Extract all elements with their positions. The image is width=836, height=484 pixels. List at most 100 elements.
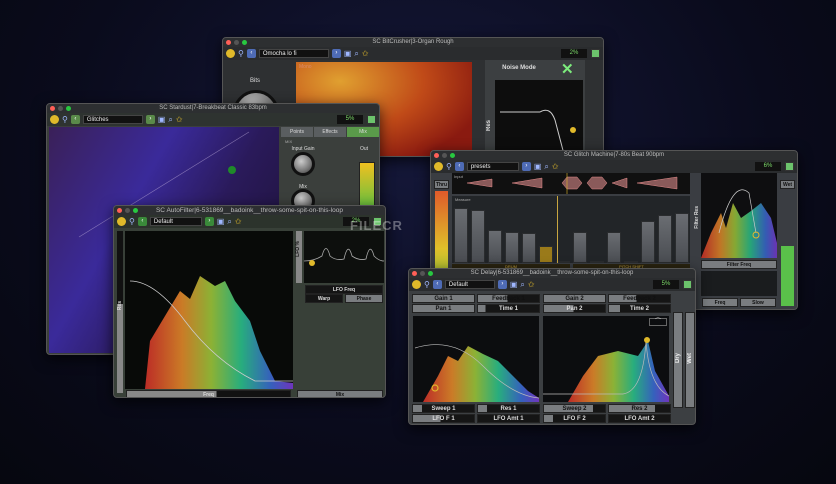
power-icon[interactable] bbox=[434, 162, 443, 171]
save-icon[interactable]: ▣ bbox=[344, 49, 352, 58]
sweep-1-slider[interactable]: Sweep 1 bbox=[412, 404, 475, 413]
save-icon[interactable]: ▣ bbox=[534, 162, 542, 171]
star-icon[interactable]: ✩ bbox=[528, 280, 535, 289]
sequencer-bar[interactable] bbox=[606, 232, 621, 263]
title-bar[interactable]: SC Delay|6-531869__badoink__throw-some-s… bbox=[409, 269, 695, 278]
tab-points[interactable]: Points bbox=[281, 127, 313, 137]
freq-slider[interactable]: Freq bbox=[126, 390, 291, 397]
tuner-icon[interactable]: ⚲ bbox=[238, 49, 244, 58]
search-icon[interactable]: ⌕ bbox=[227, 217, 231, 226]
search-icon[interactable]: ⌕ bbox=[354, 49, 358, 58]
lfo-amt-2-slider[interactable]: LFO Amt 2 bbox=[608, 414, 671, 423]
star-icon[interactable]: ✩ bbox=[552, 162, 559, 171]
lfo-f-2-slider[interactable]: LFO F 2 bbox=[543, 414, 606, 423]
feedback-1-slider[interactable]: Feedback 1 bbox=[477, 294, 540, 303]
close-x-icon[interactable]: ✕ bbox=[561, 60, 574, 78]
lfo-freq-slider[interactable]: LFO Freq bbox=[305, 285, 383, 294]
tab-effects[interactable]: Effects bbox=[314, 127, 346, 137]
tuner-icon[interactable]: ⚲ bbox=[129, 217, 135, 226]
preset-select[interactable]: presets bbox=[466, 162, 519, 171]
res-2-slider[interactable]: Res 2 bbox=[608, 404, 671, 413]
star-icon[interactable]: ✩ bbox=[176, 115, 183, 124]
feedback-2-slider[interactable]: Feedback 2 bbox=[608, 294, 671, 303]
lfo-pct-slider[interactable] bbox=[296, 231, 302, 283]
save-icon[interactable]: ▣ bbox=[217, 217, 225, 226]
sequencer-bar[interactable] bbox=[589, 261, 604, 263]
filter-freq-slider[interactable]: Filter Freq bbox=[701, 260, 777, 269]
lfo-amt-1-slider[interactable]: LFO Amt 1 bbox=[477, 414, 540, 423]
next-preset-button[interactable]: › bbox=[145, 115, 155, 124]
dry-slider[interactable]: Dry bbox=[673, 312, 683, 408]
out-meter[interactable] bbox=[359, 162, 375, 210]
prev-preset-button[interactable]: ‹ bbox=[432, 280, 442, 289]
lfo-graph[interactable] bbox=[701, 271, 777, 296]
input-waveform[interactable]: Input bbox=[452, 173, 690, 194]
filter-shape-button[interactable]: ⌒ bbox=[649, 318, 667, 326]
title-bar[interactable]: SC Stardust|7-Breakbeat Classic 83bpm bbox=[47, 104, 379, 113]
input-gain-knob[interactable] bbox=[291, 152, 315, 176]
wet-meter[interactable] bbox=[781, 246, 794, 306]
prev-preset-button[interactable]: ‹ bbox=[246, 49, 256, 58]
next-preset-button[interactable]: › bbox=[497, 280, 507, 289]
pan-2-slider[interactable]: Pan 2 bbox=[543, 304, 606, 313]
sequencer-bar[interactable] bbox=[453, 208, 468, 263]
phase-slider[interactable]: Phase bbox=[345, 294, 383, 303]
time-1-slider[interactable]: Time 1 bbox=[477, 304, 540, 313]
menu-icon[interactable] bbox=[785, 162, 794, 171]
next-preset-button[interactable]: › bbox=[331, 49, 341, 58]
filter-spectrum[interactable] bbox=[125, 231, 293, 389]
filter-spectrum[interactable] bbox=[701, 173, 777, 258]
gain-1-slider[interactable]: Gain 1 bbox=[412, 294, 475, 303]
prev-preset-button[interactable]: ‹ bbox=[137, 217, 147, 226]
sequencer-bar[interactable] bbox=[521, 232, 536, 263]
menu-icon[interactable] bbox=[591, 49, 600, 58]
tuner-icon[interactable]: ⚲ bbox=[62, 115, 68, 124]
save-icon[interactable]: ▣ bbox=[158, 115, 166, 124]
sweep-2-slider[interactable]: Sweep 2 bbox=[543, 404, 606, 413]
menu-icon[interactable] bbox=[683, 280, 692, 289]
wet-button[interactable]: Wet bbox=[780, 180, 795, 189]
delay-2-spectrum[interactable]: ⌒ bbox=[543, 316, 669, 402]
search-icon[interactable]: ⌕ bbox=[168, 115, 172, 124]
mix-slider[interactable]: Mix bbox=[297, 390, 383, 397]
sequencer-bar[interactable] bbox=[674, 212, 689, 263]
slow-slider[interactable]: Slow bbox=[740, 298, 776, 307]
pan-1-slider[interactable]: Pan 1 bbox=[412, 304, 475, 313]
time-2-slider[interactable]: Time 2 bbox=[608, 304, 671, 313]
lfo-f-1-slider[interactable]: LFO F 1 bbox=[412, 414, 475, 423]
sequencer-bar[interactable] bbox=[623, 261, 638, 263]
prev-preset-button[interactable]: ‹ bbox=[454, 162, 464, 171]
delay-1-spectrum[interactable] bbox=[413, 316, 539, 402]
sequencer-bar[interactable] bbox=[470, 210, 485, 263]
sequencer-bar[interactable] bbox=[657, 214, 672, 263]
tuner-icon[interactable]: ⚲ bbox=[446, 162, 452, 171]
title-bar[interactable]: SC Glitch Machine|7-80s Beat 90bpm bbox=[431, 151, 797, 160]
sequencer-bar[interactable] bbox=[538, 245, 553, 263]
preset-select[interactable]: Glitches bbox=[82, 115, 143, 124]
measure-bar-sequencer[interactable]: Measure bbox=[452, 196, 690, 263]
power-icon[interactable] bbox=[226, 49, 235, 58]
power-icon[interactable] bbox=[412, 280, 421, 289]
title-bar[interactable]: SC AutoFilter|6-531869__badoink__throw-s… bbox=[114, 206, 385, 215]
sequencer-bar[interactable] bbox=[504, 232, 519, 263]
save-icon[interactable]: ▣ bbox=[510, 280, 518, 289]
power-icon[interactable] bbox=[117, 217, 126, 226]
gain-2-slider[interactable]: Gain 2 bbox=[543, 294, 606, 303]
res-slider[interactable] bbox=[117, 231, 123, 393]
power-icon[interactable] bbox=[50, 115, 59, 124]
sequencer-bar[interactable] bbox=[487, 229, 502, 263]
menu-icon[interactable] bbox=[367, 115, 376, 124]
tab-mix[interactable]: Mix bbox=[347, 127, 379, 137]
freq-slider[interactable]: Freq bbox=[702, 298, 738, 307]
tuner-icon[interactable]: ⚲ bbox=[424, 280, 430, 289]
search-icon[interactable]: ⌕ bbox=[544, 162, 548, 171]
preset-select[interactable]: Default bbox=[444, 280, 495, 289]
sequencer-bar[interactable] bbox=[572, 231, 587, 263]
thru-button[interactable]: Thru bbox=[434, 180, 449, 189]
sequencer-bar[interactable] bbox=[640, 220, 655, 263]
title-bar[interactable]: SC BitCrusher|3-Organ Rough bbox=[223, 38, 603, 47]
next-preset-button[interactable]: › bbox=[521, 162, 531, 171]
search-icon[interactable]: ⌕ bbox=[520, 280, 524, 289]
lfo-graph[interactable] bbox=[304, 231, 384, 283]
preset-select[interactable]: Omocha lo fi bbox=[258, 49, 329, 58]
